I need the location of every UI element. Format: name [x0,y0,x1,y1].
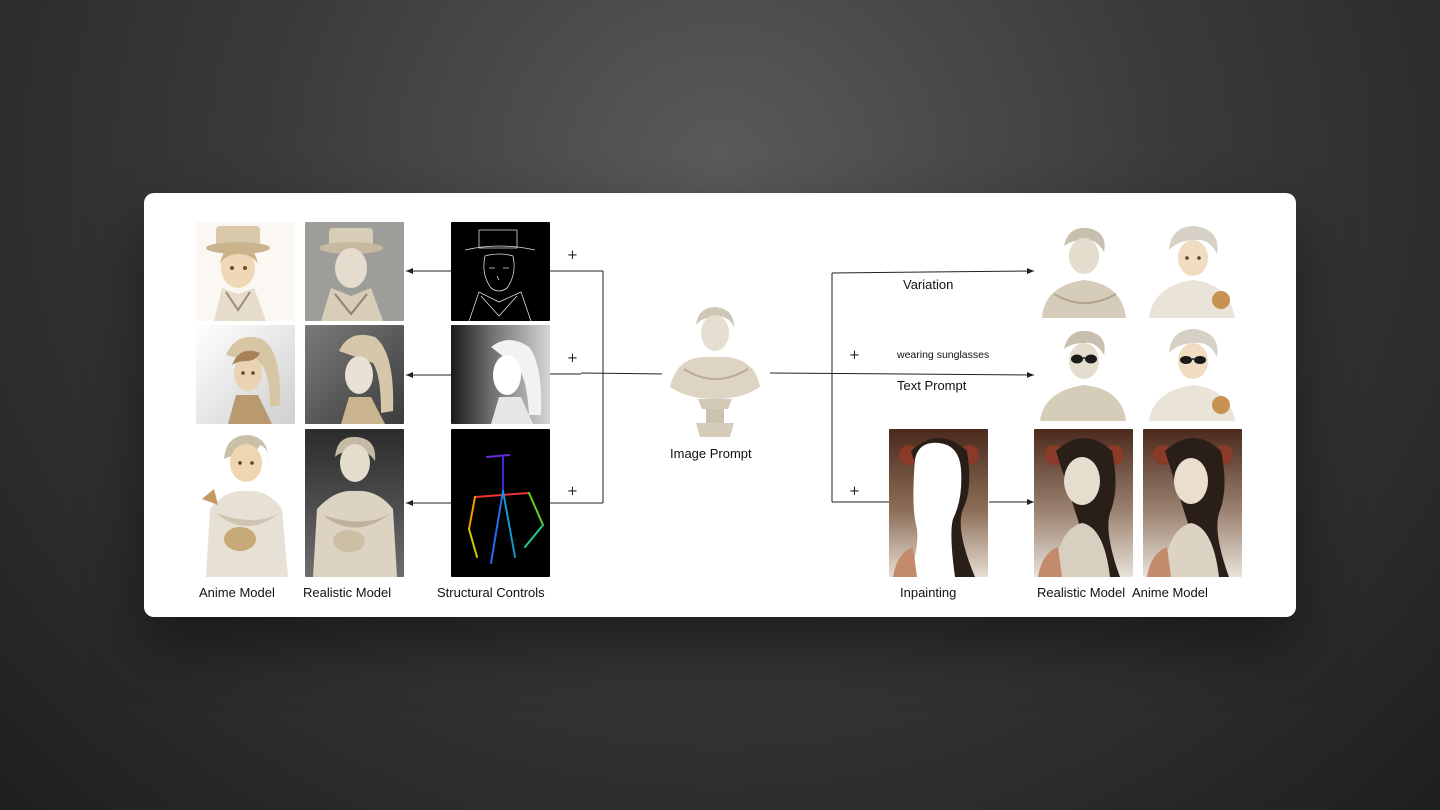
image-prompt-bust-image [662,303,768,443]
depth-map-control-image [451,325,550,424]
realistic-draped-bust-image [305,429,404,577]
figure-card: + + + + + Anime Model Realistic Model St… [144,193,1296,617]
anime-draped-bust-image [196,429,295,577]
caption-image-prompt: Image Prompt [670,446,752,461]
caption-wearing-sunglasses: wearing sunglasses [897,349,990,361]
sunglasses-realistic-image [1034,325,1133,424]
plus-sign: + [567,248,578,263]
variation-anime-image [1143,222,1242,321]
caption-text-prompt: Text Prompt [897,378,967,393]
caption-anime-model-right: Anime Model [1132,585,1208,600]
caption-structural-controls: Structural Controls [437,585,545,600]
inpainting-realistic-image [1034,429,1133,577]
sunglasses-anime-image [1143,325,1242,424]
pose-skeleton-control-image [451,429,550,577]
caption-anime-model-left: Anime Model [199,585,275,600]
variation-realistic-image [1034,222,1133,321]
inpainting-anime-image [1143,429,1242,577]
realistic-headscarf-image [305,325,404,424]
canny-edge-control-image [451,222,550,321]
caption-inpainting: Inpainting [900,585,957,600]
plus-sign: + [567,484,578,499]
caption-realistic-model-left: Realistic Model [303,585,392,600]
anime-headscarf-image [196,325,295,424]
plus-sign: + [849,348,860,363]
anime-tophat-image [196,222,295,321]
caption-realistic-model-right: Realistic Model [1037,585,1126,600]
inpainting-masked-image [889,429,988,577]
plus-sign: + [849,484,860,499]
caption-variation: Variation [903,277,954,292]
plus-sign: + [567,351,578,366]
realistic-tophat-image [305,222,404,321]
